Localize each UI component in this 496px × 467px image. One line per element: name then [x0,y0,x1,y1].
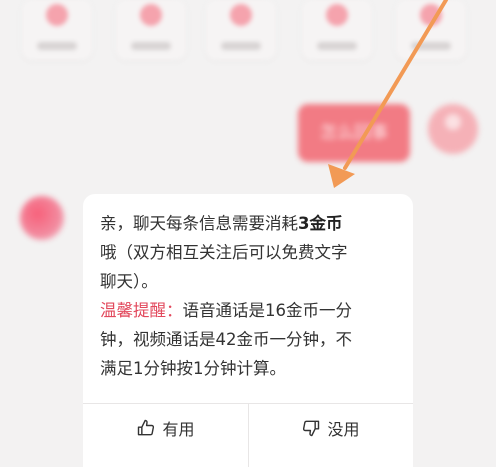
hint-label: 温馨提醒： [100,301,183,320]
quick-action-icon [326,4,348,26]
quick-action-icon [46,4,68,26]
quick-action-tile[interactable] [302,0,372,60]
my-avatar[interactable] [428,104,478,154]
message-line: 满足1分钟按1分钟计算。 [100,359,286,378]
useless-button[interactable]: 没用 [248,404,413,451]
quick-action-icon [420,4,442,26]
message-text: 亲，聊天每条信息需要消耗3金币 哦（双方相互关注后可以免费文字 聊天）。 温馨提… [100,210,400,384]
thumb-down-icon [303,420,320,436]
useful-button[interactable]: 有用 [83,404,248,451]
useful-label: 有用 [162,419,195,439]
quick-action-tile[interactable] [396,0,466,60]
outgoing-message-bubble[interactable]: 怎么回事 [298,104,410,162]
quick-action-toolbar [0,0,496,82]
thumb-up-icon [138,419,155,435]
message-line: 语音通话是16金币一分 [182,301,353,320]
quick-action-tile[interactable] [22,0,92,60]
incoming-message-card: 亲，聊天每条信息需要消耗3金币 哦（双方相互关注后可以免费文字 聊天）。 温馨提… [83,194,413,467]
quick-action-tile[interactable] [206,0,276,60]
coin-cost: 3金币 [298,214,343,233]
sender-avatar[interactable] [20,196,64,240]
quick-action-icon [230,4,252,26]
useless-label: 没用 [327,419,360,439]
message-line: 钟，视频通话是42金币一分钟，不 [100,330,352,349]
quick-action-tile[interactable] [116,0,186,60]
quick-action-icon [140,4,162,26]
message-line: 亲，聊天每条信息需要消耗 [100,214,298,233]
message-line: 聊天）。 [100,272,158,291]
message-line: 哦（双方相互关注后可以免费文字 [100,243,348,262]
